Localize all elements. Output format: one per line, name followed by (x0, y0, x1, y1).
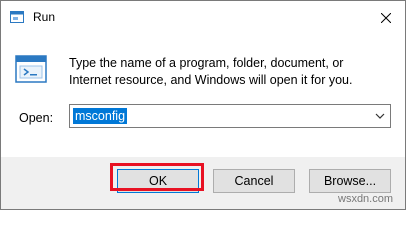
run-dialog: Run Type the name of a program, folder, … (0, 0, 406, 210)
close-icon (381, 13, 391, 23)
browse-button[interactable]: Browse... (309, 169, 391, 193)
watermark: wsxdn.com (338, 193, 394, 205)
ok-button[interactable]: OK (117, 169, 199, 193)
dialog-description: Type the name of a program, folder, docu… (69, 56, 353, 87)
title-bar: Run (1, 1, 405, 33)
open-input[interactable]: msconfig (73, 108, 128, 124)
open-combobox[interactable]: msconfig (69, 104, 391, 128)
cancel-button[interactable]: Cancel (213, 169, 295, 193)
run-dialog-icon (15, 55, 47, 83)
close-button[interactable] (373, 8, 399, 28)
dialog-body: Type the name of a program, folder, docu… (1, 33, 405, 157)
open-label: Open: (19, 111, 54, 125)
window-title: Run (33, 10, 56, 24)
chevron-down-icon[interactable] (374, 111, 386, 121)
run-app-icon (10, 11, 24, 23)
